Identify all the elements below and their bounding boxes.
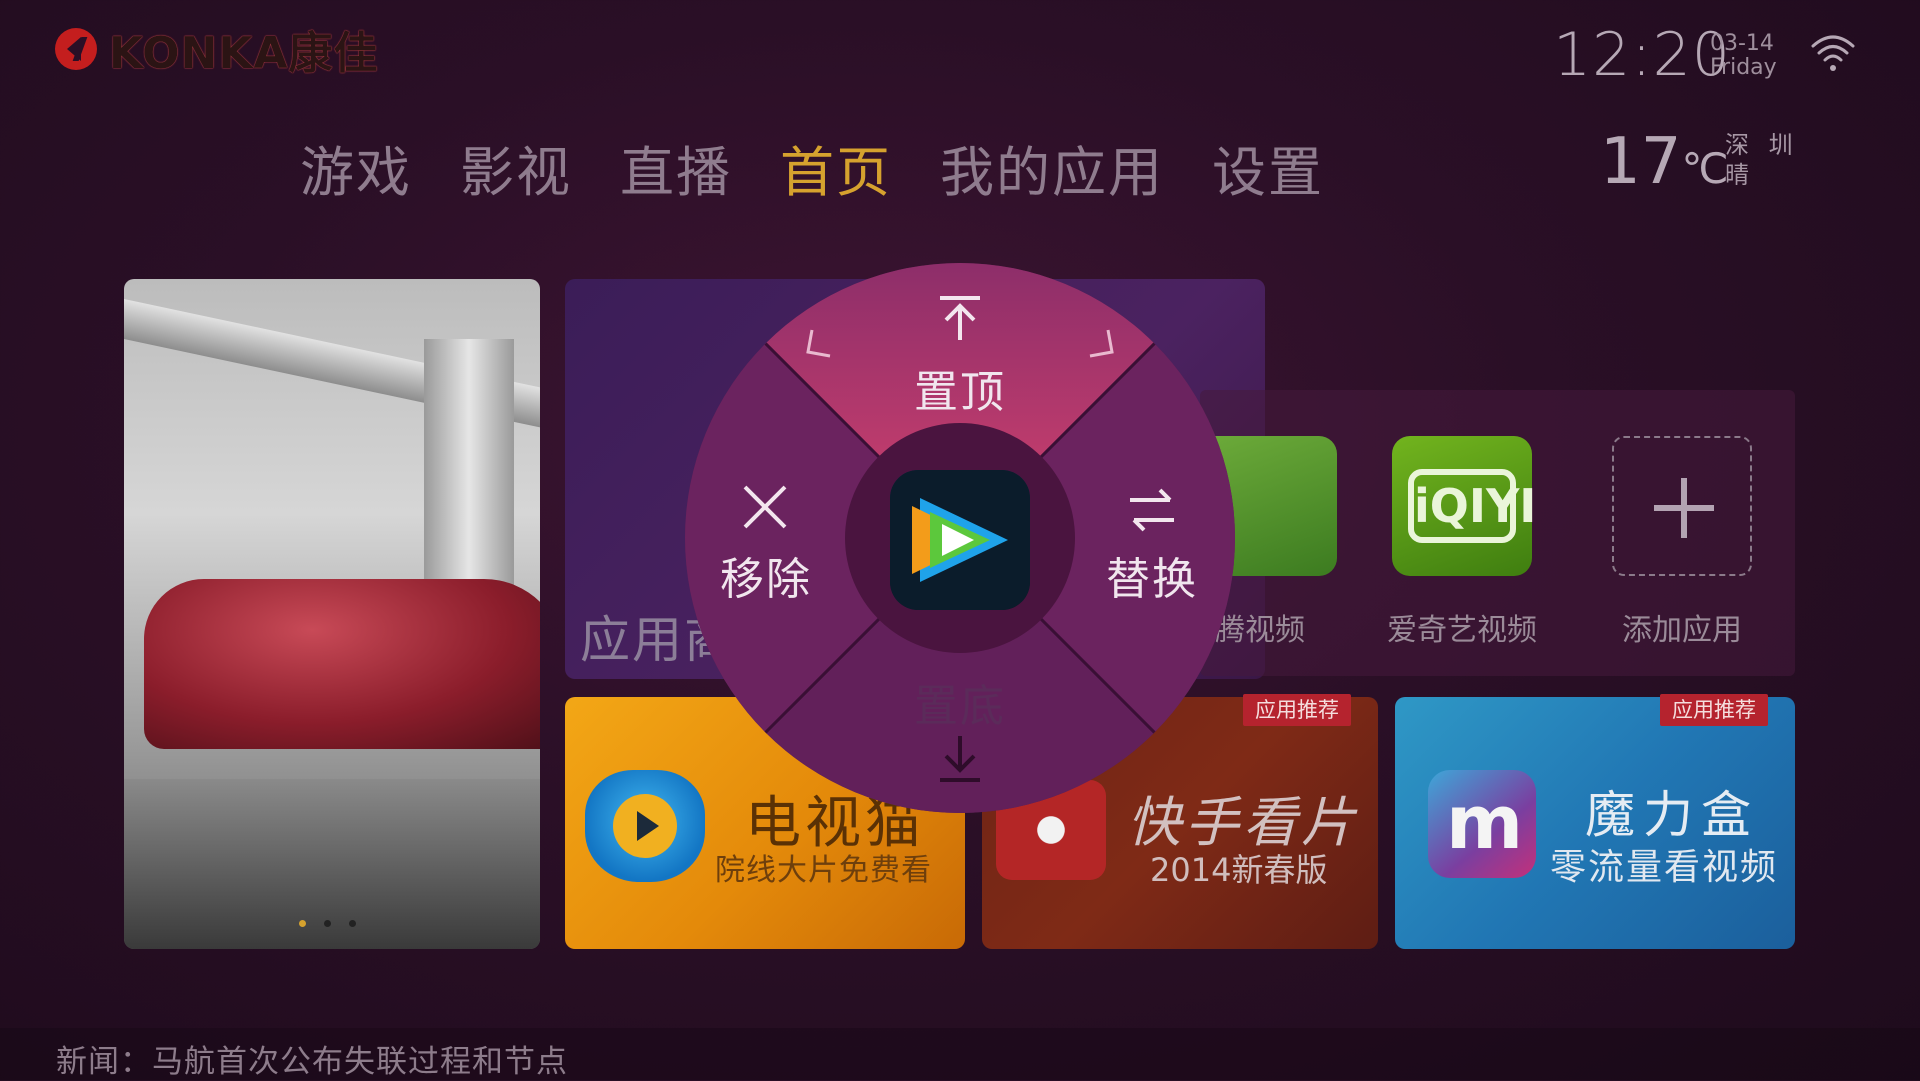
nav-tab-my-apps[interactable]: 我的应用	[940, 128, 1164, 207]
menu-pin-bottom[interactable]: 置底	[880, 670, 1040, 734]
nav-tab-live[interactable]: 直播	[620, 128, 732, 207]
temperature-value: 17	[1600, 125, 1682, 199]
weather-condition: 晴	[1725, 161, 1755, 189]
nav-tab-home[interactable]: 首页	[780, 128, 892, 207]
molihe-app-icon: m	[1428, 770, 1536, 878]
city-name: 深 圳	[1725, 131, 1799, 159]
pin-bottom-icon	[940, 736, 980, 782]
konka-logo-icon	[55, 28, 97, 70]
weekday-text: Friday	[1710, 55, 1777, 80]
molihe-icon-letter: m	[1446, 780, 1524, 866]
main-nav: 游戏 影视 直播 首页 我的应用 设置	[300, 128, 1372, 207]
add-app-label: 添加应用	[1622, 613, 1742, 648]
menu-remove[interactable]: 移除	[686, 543, 846, 607]
recommend-badge: 应用推荐	[1660, 694, 1768, 726]
add-app-button[interactable]	[1612, 436, 1752, 576]
iqiyi-label: 爱奇艺视频	[1387, 613, 1537, 648]
swap-icon	[1130, 488, 1174, 532]
konka-logo: KONKA康佳	[55, 26, 379, 79]
weather-location: 深 圳 晴	[1725, 130, 1799, 190]
banner-car-image	[144, 579, 540, 749]
nav-tab-movies[interactable]: 影视	[460, 128, 572, 207]
wifi-icon	[1811, 35, 1855, 71]
iqiyi-logo: iQIYI	[1408, 469, 1536, 543]
carousel-dot[interactable]	[324, 920, 331, 927]
clock-date: 03-14 Friday	[1710, 32, 1777, 80]
plus-icon-v	[1681, 478, 1687, 538]
temperature: 17℃	[1600, 125, 1729, 199]
logo-text: KONKA康佳	[109, 28, 379, 79]
nav-tab-settings[interactable]: 设置	[1212, 128, 1324, 207]
clock-time: 12:20	[1553, 20, 1731, 90]
iqiyi-app-icon[interactable]: iQIYI	[1392, 436, 1536, 576]
news-ticker[interactable]: 新闻：马航首次公布失联过程和节点	[56, 1036, 568, 1081]
promo-banner[interactable]	[124, 279, 540, 949]
carousel-dot[interactable]	[299, 920, 306, 927]
play-icon	[613, 794, 677, 858]
molihe-title: 魔力盒	[1585, 786, 1759, 844]
close-icon	[743, 485, 787, 529]
tencent-video-app-icon-selected[interactable]	[890, 470, 1030, 610]
menu-replace[interactable]: 替换	[1072, 543, 1232, 607]
tvcat-subtitle: 院线大片免费看	[715, 853, 932, 888]
pin-top-icon	[940, 296, 980, 340]
carousel-dot[interactable]	[349, 920, 356, 927]
temperature-unit: ℃	[1681, 144, 1729, 193]
recommend-badge: 应用推荐	[1243, 694, 1351, 726]
carousel-indicator	[299, 920, 356, 927]
molihe-subtitle: 零流量看视频	[1550, 847, 1779, 888]
nav-tab-games[interactable]: 游戏	[300, 128, 412, 207]
kuaishou-subtitle: 2014新春版	[1150, 851, 1328, 889]
date-text: 03-14	[1710, 31, 1774, 56]
menu-pin-top[interactable]: 置顶	[880, 356, 1040, 420]
